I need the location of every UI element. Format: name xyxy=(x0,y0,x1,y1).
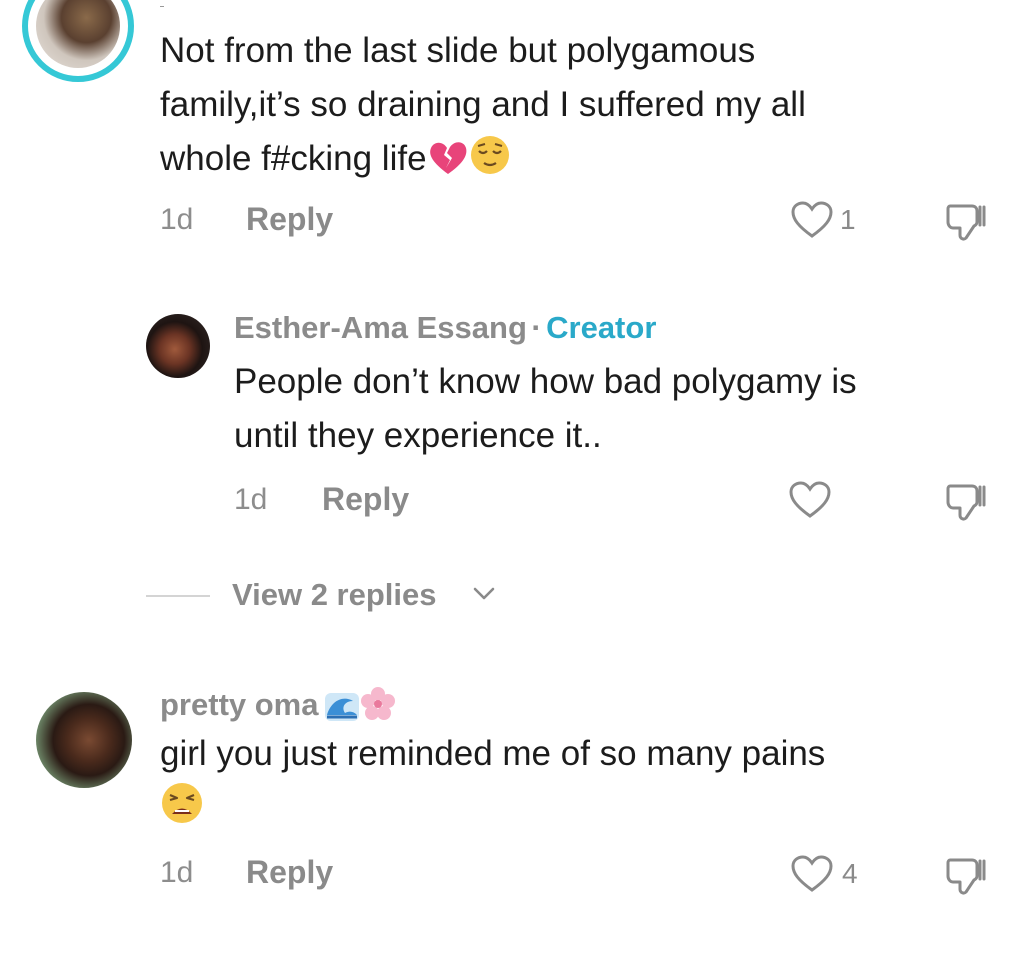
reply-button[interactable]: Reply xyxy=(322,481,409,518)
comment-time: 1d xyxy=(234,483,268,516)
comment-line: family,it’s so draining and I suffered m… xyxy=(160,85,806,124)
top-dash xyxy=(160,6,164,7)
username[interactable]: pretty oma xyxy=(160,687,318,722)
comment-text: People don’t know how bad polygamy is un… xyxy=(234,355,994,463)
comment-time: 1d xyxy=(160,856,194,889)
comment-line: People don’t know how bad polygamy is xyxy=(234,362,857,401)
like-button[interactable]: 1 xyxy=(790,198,860,242)
comment-line: until they experience it.. xyxy=(234,416,602,455)
dislike-icon[interactable] xyxy=(944,200,990,247)
comment-header: pretty oma xyxy=(160,685,397,728)
chevron-down-icon xyxy=(472,586,496,607)
avatar xyxy=(36,0,120,68)
divider xyxy=(146,595,210,597)
heart-icon xyxy=(790,854,834,899)
dislike-icon[interactable] xyxy=(944,854,990,901)
comment-line-text: whole f#cking life xyxy=(160,139,427,178)
creator-badge: Creator xyxy=(546,310,657,345)
view-replies-label[interactable]: View 2 replies xyxy=(232,577,437,613)
heart-icon xyxy=(788,480,832,525)
comment-header: Esther-Ama Essang · Creator xyxy=(234,310,656,346)
dislike-icon[interactable] xyxy=(944,480,990,527)
like-count: 4 xyxy=(842,858,858,889)
relieved-face-icon xyxy=(469,134,511,192)
like-count: 1 xyxy=(840,204,856,235)
reply-button[interactable]: Reply xyxy=(246,854,333,891)
cherry-blossom-icon xyxy=(359,685,397,728)
username[interactable]: Esther-Ama Essang xyxy=(234,310,527,345)
comment-text: girl you just reminded me of so many pai… xyxy=(160,727,980,841)
separator: · xyxy=(531,310,542,345)
like-button[interactable] xyxy=(788,478,838,522)
comment-text: Not from the last slide but polygamous f… xyxy=(160,24,980,192)
wave-icon xyxy=(323,687,361,728)
avatar-ring[interactable] xyxy=(22,0,134,82)
avatar[interactable] xyxy=(36,692,132,788)
weary-face-icon xyxy=(160,781,204,841)
like-button[interactable]: 4 xyxy=(790,852,870,896)
broken-heart-icon xyxy=(427,138,469,192)
reply-button[interactable]: Reply xyxy=(246,201,333,238)
comment-line xyxy=(160,781,980,841)
comment-line: Not from the last slide but polygamous xyxy=(160,31,756,70)
comment-time: 1d xyxy=(160,203,194,236)
comment-line: girl you just reminded me of so many pai… xyxy=(160,734,826,773)
avatar[interactable] xyxy=(146,314,210,378)
comment-line: whole f#cking life xyxy=(160,132,980,192)
heart-icon xyxy=(790,200,834,245)
